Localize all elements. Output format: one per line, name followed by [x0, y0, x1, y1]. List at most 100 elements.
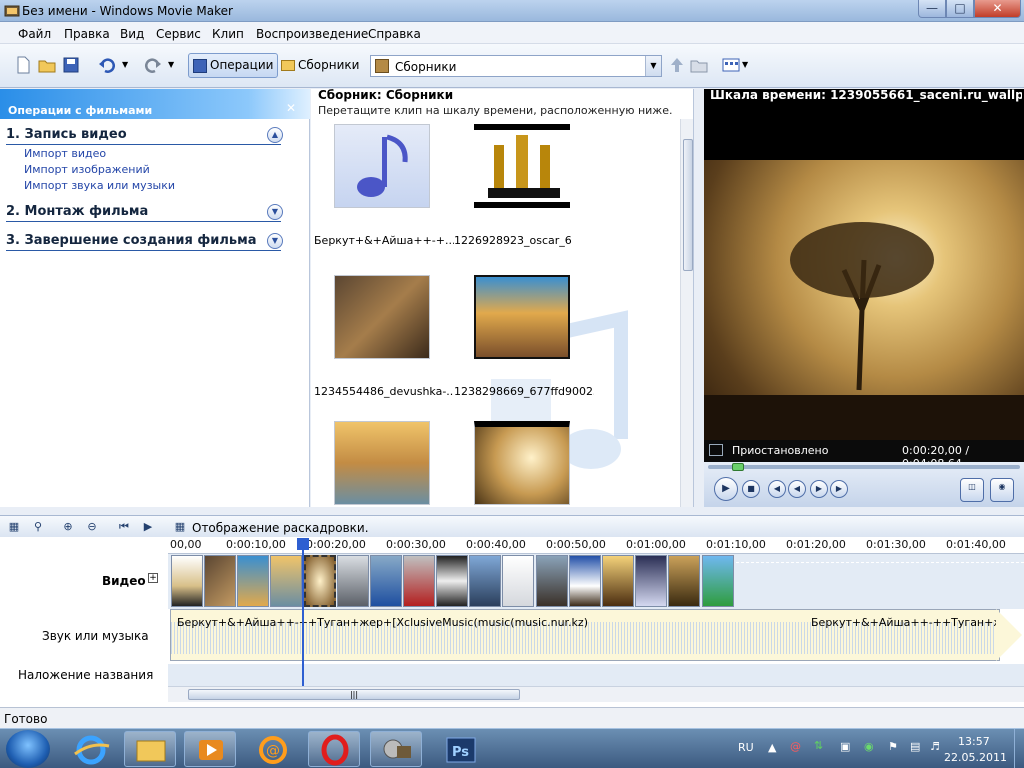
video-clip[interactable] [602, 555, 634, 607]
video-clip[interactable] [337, 555, 369, 607]
split-clip-icon[interactable]: ◫ [960, 478, 984, 502]
start-button[interactable] [6, 730, 50, 768]
menu-edit[interactable]: Правка [64, 27, 110, 41]
save-project-icon[interactable] [62, 56, 80, 74]
menu-help[interactable]: Справка [368, 27, 421, 41]
movie-maker-taskbar-icon[interactable] [370, 731, 422, 767]
close-button[interactable]: ✕ [974, 0, 1021, 18]
seek-bar[interactable] [708, 465, 1020, 469]
clock-date[interactable]: 22.05.2011 [944, 751, 1007, 764]
menu-file[interactable]: Файл [18, 27, 51, 41]
next-frame-icon[interactable]: ▶ [830, 480, 848, 498]
show-hidden-icons-icon[interactable]: ▲ [768, 741, 776, 754]
video-clip[interactable] [502, 555, 534, 607]
video-clip[interactable] [403, 555, 435, 607]
rewind-icon[interactable]: ◀ [788, 480, 806, 498]
import-images-link[interactable]: Импорт изображений [24, 163, 150, 176]
section-edit-movie[interactable]: 2. Монтаж фильма ▼ [6, 204, 283, 222]
menu-service[interactable]: Сервис [156, 27, 201, 41]
undo-dropdown-icon[interactable]: ▼ [122, 56, 140, 74]
chevron-up-icon[interactable]: ▲ [267, 127, 283, 143]
section-finish-movie[interactable]: 3. Завершение создания фильма ▼ [6, 233, 283, 251]
playhead-handle[interactable] [297, 538, 309, 550]
video-clip-selected[interactable] [304, 555, 336, 607]
new-project-icon[interactable] [14, 56, 32, 74]
maximize-button[interactable]: □ [946, 0, 974, 18]
section-capture-video[interactable]: 1. Запись видео ▲ [6, 127, 283, 145]
redo-dropdown-icon[interactable]: ▼ [168, 56, 186, 74]
zoom-out-icon[interactable]: ⊖ [84, 519, 100, 535]
video-clip[interactable] [668, 555, 700, 607]
video-clip[interactable] [436, 555, 468, 607]
scrollbar-thumb[interactable]: ||| [188, 689, 520, 700]
redo-icon[interactable] [144, 56, 162, 74]
import-video-link[interactable]: Импорт видео [24, 147, 106, 160]
video-clip[interactable] [370, 555, 402, 607]
new-collection-icon[interactable] [690, 56, 708, 74]
scrollbar-thumb[interactable] [683, 139, 693, 271]
explorer-icon[interactable] [124, 731, 176, 767]
view-dropdown-icon[interactable]: ▼ [742, 56, 760, 74]
stop-icon[interactable]: ■ [742, 480, 760, 498]
video-clip[interactable] [469, 555, 501, 607]
video-clip[interactable] [237, 555, 269, 607]
video-clip[interactable] [702, 555, 734, 607]
audio-clip[interactable]: Беркут+&+Айша++-++Туган+жер+[XclusiveMus… [170, 609, 1000, 661]
menu-playback[interactable]: Воспроизведение [256, 27, 368, 41]
timeline-scrollbar[interactable]: ||| [168, 686, 1024, 702]
collections-button[interactable]: Сборники [276, 53, 364, 78]
show-desktop-button[interactable] [1014, 729, 1024, 768]
language-indicator[interactable]: RU [738, 741, 754, 754]
close-icon[interactable]: ✕ [286, 101, 296, 115]
video-track[interactable] [168, 554, 1024, 609]
video-clip[interactable] [536, 555, 568, 607]
opera-icon[interactable] [308, 731, 360, 767]
menu-clip[interactable]: Клип [212, 27, 244, 41]
mail-agent-icon[interactable]: @ [246, 731, 298, 767]
clock-time[interactable]: 13:57 [958, 735, 990, 748]
import-audio-link[interactable]: Импорт звука или музыки [24, 179, 175, 192]
status-tray-icon[interactable]: ◉ [864, 740, 874, 753]
collections-dropdown[interactable]: Сборники ▼ [370, 55, 662, 77]
ie-icon[interactable] [64, 731, 116, 767]
minimize-button[interactable]: — [918, 0, 946, 18]
play-timeline-icon[interactable]: ▶ [140, 519, 156, 535]
chevron-down-icon[interactable]: ▼ [267, 233, 283, 249]
storyboard-toggle-icon[interactable]: ▦ [6, 519, 22, 535]
play-icon[interactable]: ▶ [714, 477, 738, 501]
undo-icon[interactable] [98, 56, 116, 74]
video-clip[interactable] [204, 555, 236, 607]
video-clip[interactable] [569, 555, 601, 607]
forward-icon[interactable]: ▶ [810, 480, 828, 498]
narrate-microphone-icon[interactable]: ⚲ [30, 519, 46, 535]
menu-view[interactable]: Вид [120, 27, 144, 41]
chevron-down-icon[interactable]: ▼ [645, 56, 661, 76]
fullscreen-icon[interactable] [709, 444, 723, 456]
view-mode-icon[interactable] [722, 56, 740, 74]
zoom-in-icon[interactable]: ⊕ [60, 519, 76, 535]
seek-handle[interactable] [732, 463, 744, 471]
operations-button[interactable]: Операции [188, 53, 279, 78]
chevron-down-icon[interactable]: ▼ [267, 204, 283, 220]
action-center-icon[interactable]: ⚑ [888, 740, 898, 753]
collection-scrollbar[interactable] [680, 119, 693, 507]
open-project-icon[interactable] [38, 56, 56, 74]
video-clip[interactable] [635, 555, 667, 607]
previous-frame-icon[interactable]: ◀ [768, 480, 786, 498]
camera-snapshot-icon[interactable]: ◉ [990, 478, 1014, 502]
video-clip[interactable] [270, 555, 302, 607]
playhead[interactable] [302, 540, 304, 686]
show-storyboard-button[interactable]: Отображение раскадровки. [192, 521, 369, 535]
mail-tray-icon[interactable]: @ [790, 740, 801, 753]
media-player-icon[interactable] [184, 731, 236, 767]
audio-track[interactable]: Беркут+&+Айша++-++Туган+жер+[XclusiveMus… [168, 609, 1024, 664]
driver-tray-icon[interactable]: ▣ [840, 740, 850, 753]
up-level-icon[interactable] [668, 56, 686, 74]
rewind-timeline-icon[interactable]: ⏮ [116, 519, 132, 535]
network-sync-icon[interactable]: ⇅ [814, 739, 823, 752]
network-icon[interactable]: ▤ [910, 740, 920, 753]
storyboard-view-icon[interactable]: ▦ [172, 519, 188, 535]
expand-icon[interactable]: + [148, 573, 158, 583]
title-overlay-track[interactable] [168, 664, 1024, 686]
volume-icon[interactable]: ♬ [930, 740, 940, 753]
